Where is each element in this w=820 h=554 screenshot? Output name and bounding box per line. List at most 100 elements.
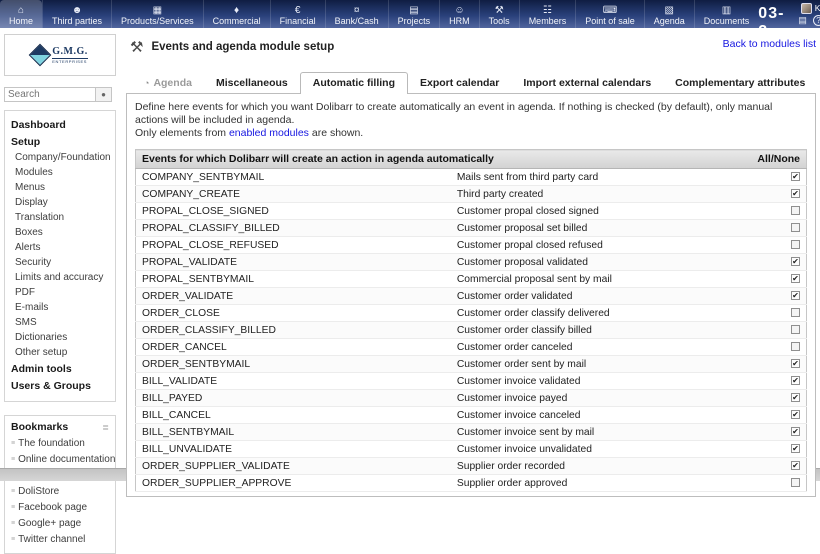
event-checkbox-propal-classify-billed[interactable] <box>791 223 800 232</box>
topnav-item-commercial[interactable]: ♦Commercial <box>203 0 270 28</box>
topnav-item-agenda[interactable]: ▧Agenda <box>644 0 694 28</box>
sidebar-item-other-setup[interactable]: Other setup <box>5 345 115 360</box>
home-icon: ⌂ <box>18 5 24 16</box>
event-checkbox-bill-cancel[interactable]: ✔ <box>791 410 800 419</box>
topnav-item-bank-cash[interactable]: ¤Bank/Cash <box>325 0 388 28</box>
bookmarks-edit-icon[interactable]: ≣ <box>102 423 109 432</box>
event-checkbox-order-supplier-approve[interactable] <box>791 478 800 487</box>
sidebar-item-security[interactable]: Security <box>5 255 115 270</box>
search-input[interactable] <box>4 87 96 102</box>
all-none-toggle[interactable]: All/None <box>751 150 806 169</box>
tab-agenda[interactable]: ◔Agenda <box>132 73 204 93</box>
tab-label: Miscellaneous <box>216 77 288 89</box>
event-checkbox-bill-payed[interactable]: ✔ <box>791 393 800 402</box>
tab-complementary-attributes[interactable]: Complementary attributes <box>663 73 817 93</box>
event-checkbox-bill-unvalidate[interactable]: ✔ <box>791 444 800 453</box>
event-label: Customer proposal validated <box>451 254 752 271</box>
sidebar-item-boxes[interactable]: Boxes <box>5 225 115 240</box>
event-row-order-validate: ORDER_VALIDATECustomer order validated✔ <box>136 288 807 305</box>
topnav-item-products-services[interactable]: ▦Products/Services <box>111 0 203 28</box>
bookmark-item-the-foundation[interactable]: ≡The foundation <box>5 435 115 451</box>
event-checkbox-cell <box>751 475 806 492</box>
bookmark-item-facebook-page[interactable]: ≡Facebook page <box>5 499 115 515</box>
sidebar-item-alerts[interactable]: Alerts <box>5 240 115 255</box>
event-code: BILL_PAYED <box>136 390 451 407</box>
sidebar-item-sms[interactable]: SMS <box>5 315 115 330</box>
search-button[interactable]: ● <box>96 87 112 102</box>
event-checkbox-propal-close-refused[interactable] <box>791 240 800 249</box>
event-checkbox-order-cancel[interactable] <box>791 342 800 351</box>
topnav-item-point-of-sale[interactable]: ⌨Point of sale <box>575 0 644 28</box>
topnav-label: Financial <box>280 16 316 26</box>
event-checkbox-order-validate[interactable]: ✔ <box>791 291 800 300</box>
agenda-icon: ▧ <box>665 5 674 16</box>
sidebar-item-dashboard[interactable]: Dashboard <box>5 116 115 133</box>
tab-label: Import external calendars <box>523 77 651 89</box>
topnav-item-home[interactable]: ⌂Home <box>0 0 42 28</box>
event-checkbox-bill-validate[interactable]: ✔ <box>791 376 800 385</box>
bookmark-item-online-documentation[interactable]: ≡Online documentation <box>5 451 115 467</box>
sidebar-item-limits-and-accuracy[interactable]: Limits and accuracy <box>5 270 115 285</box>
event-checkbox-cell: ✔ <box>751 271 806 288</box>
bookmark-label: The foundation <box>18 438 85 449</box>
tab-miscellaneous[interactable]: Miscellaneous <box>204 73 300 93</box>
event-checkbox-propal-close-signed[interactable] <box>791 206 800 215</box>
sidebar-item-display[interactable]: Display <box>5 195 115 210</box>
topnav-item-financial[interactable]: €Financial <box>270 0 325 28</box>
event-checkbox-order-close[interactable] <box>791 308 800 317</box>
topnav-item-projects[interactable]: ▤Projects <box>388 0 440 28</box>
event-label: Commercial proposal sent by mail <box>451 271 752 288</box>
event-checkbox-cell: ✔ <box>751 356 806 373</box>
event-code: COMPANY_CREATE <box>136 186 451 203</box>
bookmark-item-google-page[interactable]: ≡Google+ page <box>5 515 115 531</box>
sidebar-item-users-groups[interactable]: Users & Groups <box>5 377 115 394</box>
event-row-order-classify-billed: ORDER_CLASSIFY_BILLEDCustomer order clas… <box>136 322 807 339</box>
sidebar-item-menus[interactable]: Menus <box>5 180 115 195</box>
topnav-item-documents[interactable]: ▥Documents <box>694 0 759 28</box>
topnav-item-tools[interactable]: ⚒Tools <box>479 0 519 28</box>
tab-import-external-calendars[interactable]: Import external calendars <box>511 73 663 93</box>
event-code: PROPAL_SENTBYMAIL <box>136 271 451 288</box>
description-text: Define here events for which you want Do… <box>135 101 807 140</box>
event-checkbox-order-classify-billed[interactable] <box>791 325 800 334</box>
sidebar-item-setup[interactable]: Setup <box>5 133 115 150</box>
topnav-item-members[interactable]: ☷Members <box>519 0 576 28</box>
bookmark-item-twitter-channel[interactable]: ≡Twitter channel <box>5 531 115 547</box>
event-checkbox-bill-sentbymail[interactable]: ✔ <box>791 427 800 436</box>
event-label: Customer invoice unvalidated <box>451 441 752 458</box>
bookmark-item-dolistore[interactable]: ≡DoliStore <box>5 483 115 499</box>
tab-export-calendar[interactable]: Export calendar <box>408 73 511 93</box>
topnav-item-hrm[interactable]: ☺HRM <box>439 0 479 28</box>
event-checkbox-propal-sentbymail[interactable]: ✔ <box>791 274 800 283</box>
event-checkbox-company-create[interactable]: ✔ <box>791 189 800 198</box>
topnav-item-third-parties[interactable]: ☻Third parties <box>42 0 111 28</box>
event-checkbox-cell: ✔ <box>751 288 806 305</box>
event-checkbox-company-sentbymail[interactable]: ✔ <box>791 172 800 181</box>
tab-automatic-filling[interactable]: Automatic filling <box>300 72 408 94</box>
event-checkbox-propal-validate[interactable]: ✔ <box>791 257 800 266</box>
user-avatar[interactable] <box>801 3 812 14</box>
bookmark-icon: ≡ <box>11 456 15 463</box>
help-icon[interactable]: ? <box>813 15 820 26</box>
event-checkbox-cell <box>751 237 806 254</box>
events-table-title: Events for which Dolibarr will create an… <box>136 150 752 169</box>
top-menubar: ⌂Home☻Third parties▦Products/Services♦Co… <box>0 0 820 28</box>
event-checkbox-order-sentbymail[interactable]: ✔ <box>791 359 800 368</box>
event-label: Customer order validated <box>451 288 752 305</box>
bookmark-label: Google+ page <box>18 518 81 529</box>
user-menu[interactable]: Karen <box>801 3 820 14</box>
printer-icon[interactable]: ▤ <box>798 15 807 26</box>
sidebar-item-dictionaries[interactable]: Dictionaries <box>5 330 115 345</box>
back-to-modules-link[interactable]: Back to modules list <box>723 38 816 50</box>
enabled-modules-link[interactable]: enabled modules <box>229 127 309 139</box>
sidebar-item-pdf[interactable]: PDF <box>5 285 115 300</box>
sidebar-item-translation[interactable]: Translation <box>5 210 115 225</box>
company-logo[interactable]: G.M.G. ENTERPRISES <box>4 34 116 76</box>
event-checkbox-order-supplier-validate[interactable]: ✔ <box>791 461 800 470</box>
sidebar-item-modules[interactable]: Modules <box>5 165 115 180</box>
topnav-label: Tools <box>489 16 510 26</box>
sidebar-item-company-foundation[interactable]: Company/Foundation <box>5 150 115 165</box>
sidebar-item-admin-tools[interactable]: Admin tools <box>5 360 115 377</box>
event-code: ORDER_SENTBYMAIL <box>136 356 451 373</box>
sidebar-item-e-mails[interactable]: E-mails <box>5 300 115 315</box>
